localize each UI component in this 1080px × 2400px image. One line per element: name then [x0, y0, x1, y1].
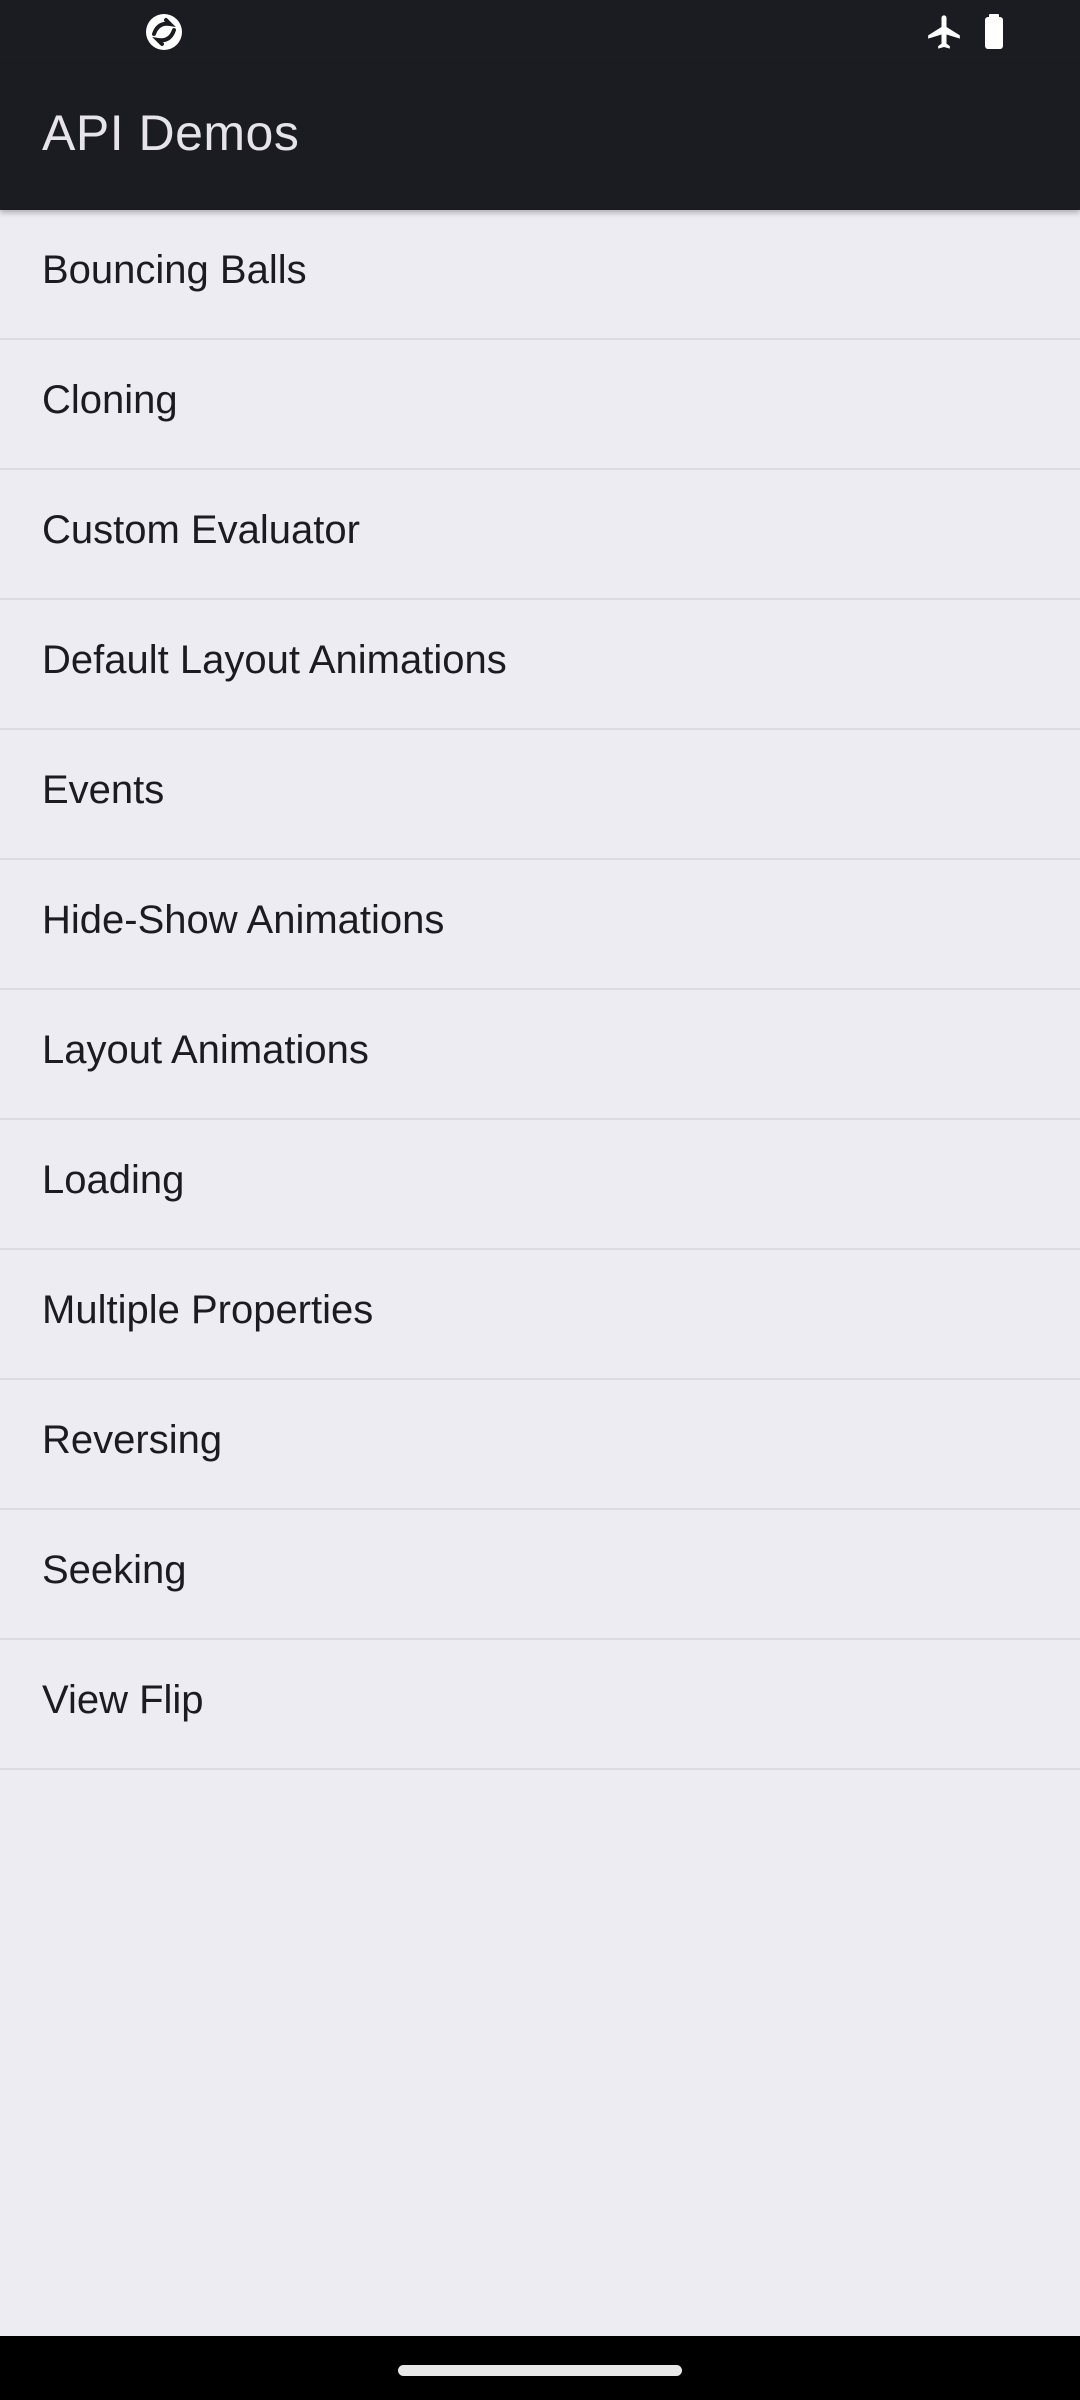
- list-item-seeking[interactable]: Seeking: [0, 1510, 1080, 1640]
- list-item-label: Bouncing Balls: [42, 248, 307, 292]
- list-item-label: Hide-Show Animations: [42, 898, 445, 942]
- list-item-label: Multiple Properties: [42, 1288, 374, 1332]
- home-gesture-handle[interactable]: [398, 2365, 682, 2376]
- list-item-label: Reversing: [42, 1418, 223, 1462]
- airplane-mode-icon: [924, 12, 964, 52]
- app-bar: API Demos: [0, 64, 1080, 210]
- battery-icon: [974, 12, 1014, 52]
- list-item-loading[interactable]: Loading: [0, 1120, 1080, 1250]
- list-item-label: Seeking: [42, 1548, 187, 1592]
- list-item-label: Default Layout Animations: [42, 638, 507, 682]
- list-item-view-flip[interactable]: View Flip: [0, 1640, 1080, 1770]
- page-title: API Demos: [42, 105, 300, 161]
- app-notification-icon: [144, 12, 184, 52]
- list-item-label: Custom Evaluator: [42, 508, 360, 552]
- list-item-label: Loading: [42, 1158, 185, 1202]
- list-item-bouncing-balls[interactable]: Bouncing Balls: [0, 210, 1080, 340]
- navigation-bar: [0, 2336, 1080, 2400]
- list-item-label: Layout Animations: [42, 1028, 369, 1072]
- list-item-label: Events: [42, 768, 165, 812]
- list-item-events[interactable]: Events: [0, 730, 1080, 860]
- list-item-multiple-properties[interactable]: Multiple Properties: [0, 1250, 1080, 1380]
- list-item-reversing[interactable]: Reversing: [0, 1380, 1080, 1510]
- list-item-label: Cloning: [42, 378, 178, 422]
- list-item-default-layout-animations[interactable]: Default Layout Animations: [0, 600, 1080, 730]
- status-bar: [0, 0, 1080, 64]
- list-item-custom-evaluator[interactable]: Custom Evaluator: [0, 470, 1080, 600]
- list-item-layout-animations[interactable]: Layout Animations: [0, 990, 1080, 1120]
- list-item-hide-show-animations[interactable]: Hide-Show Animations: [0, 860, 1080, 990]
- list-item-cloning[interactable]: Cloning: [0, 340, 1080, 470]
- demo-list: Bouncing Balls Cloning Custom Evaluator …: [0, 210, 1080, 1770]
- list-item-label: View Flip: [42, 1678, 204, 1722]
